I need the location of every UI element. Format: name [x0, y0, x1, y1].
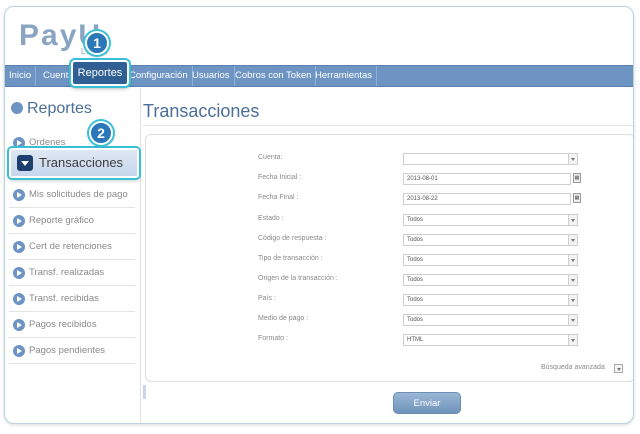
callout-badge-2: 2	[89, 121, 113, 145]
formato-select[interactable]: HTML	[403, 334, 578, 346]
sidebar-item-pagos-recibidos[interactable]: Pagos recibidos	[9, 314, 135, 338]
sidebar-item-pagos-pendientes[interactable]: Pagos pendientes	[9, 340, 135, 364]
sidebar-item-mis-solicitudes[interactable]: Mis solicitudes de pago	[9, 184, 135, 208]
nav-configuracion[interactable]: Configuración	[125, 66, 193, 86]
arrow-right-icon	[13, 189, 25, 201]
tipo-value: Todos	[407, 257, 424, 263]
chevron-down-icon	[568, 154, 577, 164]
origen-select[interactable]: Todos	[403, 274, 578, 286]
cuenta-select[interactable]	[403, 153, 578, 165]
arrow-right-icon	[13, 345, 25, 357]
fecha-inicial-label: Fecha Inicial :	[258, 174, 302, 181]
arrow-right-icon	[13, 215, 25, 227]
chevron-down-icon	[568, 315, 577, 325]
chevron-down-icon[interactable]	[614, 364, 623, 373]
codigo-label: Código de respuesta :	[258, 235, 327, 242]
arrow-down-icon	[17, 155, 33, 171]
nav-reportes-active[interactable]: Reportes	[71, 60, 129, 86]
sidebar-item-cert-retenciones[interactable]: Cert de retenciones	[9, 236, 135, 260]
sidebar-item-transacciones-active[interactable]: Transacciones	[9, 148, 139, 178]
sidebar-item-label: Reporte gráfico	[29, 215, 94, 226]
nav-inicio[interactable]: Inicio	[5, 66, 37, 86]
form-row-tipo: Tipo de transacción : Todos	[146, 254, 633, 268]
scroll-handle[interactable]	[143, 385, 146, 399]
sidebar-item-label: Transf. recibidas	[29, 293, 99, 304]
form-row-medio: Medio de pago : Todos	[146, 314, 633, 328]
pais-select[interactable]: Todos	[403, 294, 578, 306]
chevron-down-icon	[568, 295, 577, 305]
form-row-estado: Estado : Todos	[146, 214, 633, 228]
form-row-formato: Formato : HTML	[146, 334, 633, 348]
form-row-codigo: Código de respuesta : Todos	[146, 234, 633, 248]
advanced-search-link[interactable]: Búsqueda avanzada	[541, 364, 605, 371]
app-window: PayU Latam Inicio Cuentas Configuración …	[4, 6, 634, 424]
pais-label: País :	[258, 295, 276, 302]
page-title: Transacciones	[143, 101, 260, 121]
form-row-pais: País : Todos	[146, 294, 633, 308]
tipo-select[interactable]: Todos	[403, 254, 578, 266]
arrow-right-icon	[13, 319, 25, 331]
calendar-icon[interactable]: ▦	[573, 193, 581, 203]
codigo-value: Todos	[407, 237, 424, 243]
chevron-down-icon	[568, 335, 577, 345]
medio-select[interactable]: Todos	[403, 314, 578, 326]
title-divider	[143, 125, 633, 126]
fecha-final-label: Fecha Final :	[258, 194, 299, 201]
nav-cobros-con-token[interactable]: Cobros con Token	[231, 66, 317, 86]
nav-herramientas[interactable]: Herramientas	[311, 66, 378, 86]
arrow-right-icon	[13, 293, 25, 305]
chevron-down-icon	[568, 235, 577, 245]
fecha-inicial-input[interactable]: 2013-08-01	[403, 173, 571, 185]
formato-value: HTML	[407, 337, 424, 343]
nav-usuarios[interactable]: Usuarios	[188, 66, 235, 86]
pais-value: Todos	[407, 297, 424, 303]
medio-label: Medio de pago :	[258, 315, 309, 322]
form-row-origen: Origen de la transacción : Todos	[146, 274, 633, 288]
form-row-fecha-final: Fecha Final : 2013-08-22 ▦	[146, 193, 633, 207]
sidebar-item-label: Transacciones	[39, 155, 124, 170]
form-row-cuenta: Cuenta:	[146, 153, 633, 167]
estado-label: Estado :	[258, 215, 284, 222]
sidebar-item-transf-realizadas[interactable]: Transf. realizadas	[9, 262, 135, 286]
origen-label: Origen de la transacción :	[258, 275, 338, 282]
formato-label: Formato :	[258, 335, 288, 342]
sidebar-item-label: Cert de retenciones	[29, 241, 112, 252]
callout-badge-1: 1	[85, 31, 109, 55]
sidebar-item-label: Transf. realizadas	[29, 267, 105, 278]
tipo-label: Tipo de transacción :	[258, 255, 323, 262]
chevron-down-icon	[568, 275, 577, 285]
cuenta-label: Cuenta:	[258, 154, 283, 161]
chevron-down-icon	[568, 215, 577, 225]
sidebar-item-label: Pagos recibidos	[29, 319, 97, 330]
arrow-right-icon	[13, 241, 25, 253]
estado-value: Todos	[407, 217, 424, 223]
sidebar-item-label: Ordenes	[29, 137, 66, 148]
sidebar: Reportes Ordenes Mis solicitudes de pago…	[5, 88, 141, 423]
sidebar-item-label: Pagos pendientes	[29, 345, 106, 356]
origen-value: Todos	[407, 277, 424, 283]
filter-form: Cuenta: Fecha Inicial : 2013-08-01 ▦ Fec…	[145, 134, 633, 382]
sidebar-item-transf-recibidas[interactable]: Transf. recibidas	[9, 288, 135, 312]
fecha-final-input[interactable]: 2013-08-22	[403, 193, 571, 205]
sidebar-title-label: Reportes	[27, 100, 92, 117]
sidebar-item-reporte-grafico[interactable]: Reporte gráfico	[9, 210, 135, 234]
calendar-icon[interactable]: ▦	[573, 173, 581, 183]
reportes-icon	[11, 102, 23, 114]
arrow-right-icon	[13, 267, 25, 279]
form-row-fecha-inicial: Fecha Inicial : 2013-08-01 ▦	[146, 173, 633, 187]
medio-value: Todos	[407, 317, 424, 323]
enviar-button[interactable]: Enviar	[393, 392, 461, 414]
estado-select[interactable]: Todos	[403, 214, 578, 226]
codigo-select[interactable]: Todos	[403, 234, 578, 246]
sidebar-item-label: Mis solicitudes de pago	[29, 189, 128, 200]
chevron-down-icon	[568, 255, 577, 265]
sidebar-title: Reportes	[11, 100, 92, 118]
